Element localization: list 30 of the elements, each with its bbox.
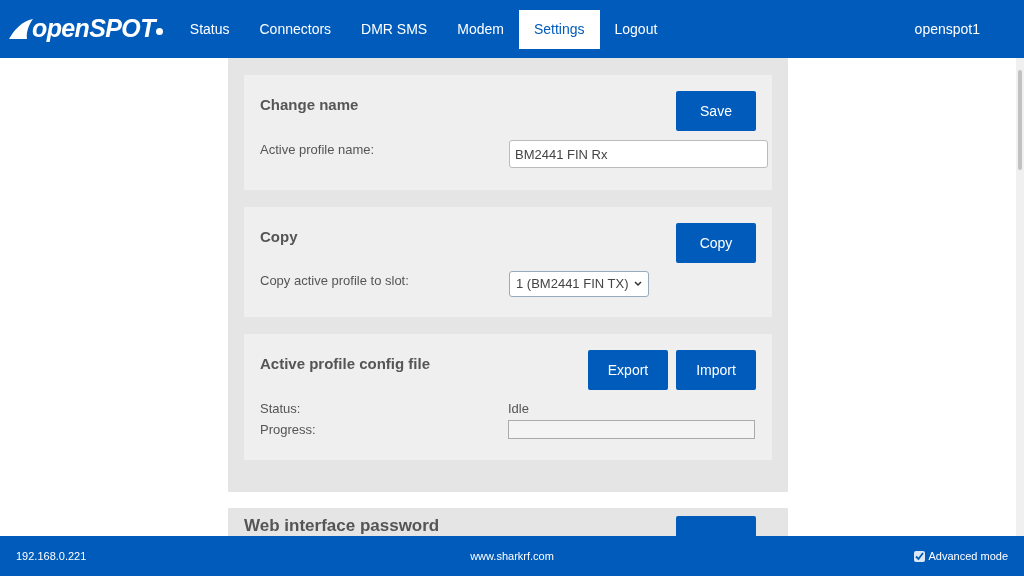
check-icon xyxy=(914,551,924,561)
site-link[interactable]: www.sharkrf.com xyxy=(470,547,554,565)
field-label: Copy active profile to slot: xyxy=(260,272,410,290)
scroll-thumb[interactable] xyxy=(1018,70,1022,170)
nav-tab[interactable]: Connectors xyxy=(244,9,347,49)
ip-address: 192.168.0.221 xyxy=(16,548,88,564)
chevron-down-icon xyxy=(634,281,643,287)
card-title: Active profile config file xyxy=(260,354,431,374)
action-button[interactable]: Export xyxy=(588,350,668,390)
action-button[interactable]: Save xyxy=(676,91,756,131)
action-button[interactable]: Copy xyxy=(676,223,756,263)
nav-tab[interactable]: DMR SMS xyxy=(346,9,443,49)
nav-tab[interactable]: Settings xyxy=(518,9,600,49)
nav-tab[interactable]: Modem xyxy=(442,9,519,49)
card-title: Change name xyxy=(260,95,359,115)
fin-logo-icon xyxy=(8,18,34,40)
checkbox[interactable] xyxy=(913,550,925,562)
field-label: Progress: xyxy=(260,420,317,439)
field-label: Active profile name: xyxy=(260,141,376,159)
profile-name-field[interactable]: BM2441 FIN Rx xyxy=(509,140,768,168)
status-value: Idle xyxy=(508,399,529,418)
device-name: openspot1 xyxy=(914,19,980,39)
section-title: Web interface password xyxy=(244,516,440,536)
action-button[interactable]: Import xyxy=(676,350,756,390)
card-title: Copy xyxy=(260,227,298,247)
field-label: Status: xyxy=(260,399,302,418)
nav-tab[interactable]: Logout xyxy=(599,9,673,49)
slot-select[interactable]: 1 (BM2441 FIN TX) xyxy=(509,271,650,297)
checkbox-label: Advanced mode xyxy=(928,548,1008,564)
nav-tab[interactable]: Status xyxy=(174,9,245,49)
